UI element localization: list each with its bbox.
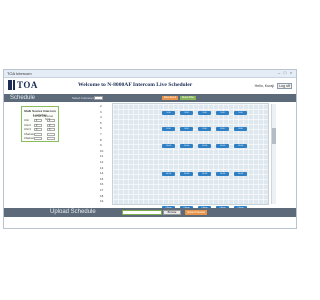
- schedule-slot[interactable]: 14:00: [216, 172, 229, 177]
- logo-mark-2: [13, 80, 15, 90]
- logo-mark: [8, 80, 12, 90]
- schedule-slot[interactable]: 10:00: [180, 144, 193, 149]
- launcher-panel: Multi Source Intercom Launcher Interval …: [21, 106, 59, 142]
- window-title: TOA Intercom: [7, 71, 32, 76]
- schedule-slot[interactable]: 14:00: [162, 172, 175, 177]
- upload-bar: Upload Schedule Browse Upload Schedule: [4, 208, 296, 217]
- hour-label: 13: [100, 165, 104, 170]
- hour-label: 8: [100, 137, 102, 142]
- schedule-grid[interactable]: 5:00 5:00 5:00 5:00 5:00 8:00 8:00 8:00 8:00 8:00…: [112, 103, 269, 210]
- schedule-content: Multi Source Intercom Launcher Interval …: [4, 102, 296, 210]
- schedule-title: Schedule: [10, 95, 36, 101]
- schedule-slot[interactable]: 8:00: [234, 127, 247, 132]
- schedule-slot[interactable]: 14:00: [180, 172, 193, 177]
- interval-nmb-field[interactable]: 3: [47, 128, 55, 131]
- interval-nmb-field[interactable]: 2: [47, 123, 55, 127]
- scrollbar[interactable]: [271, 104, 276, 204]
- schedule-bar: Schedule Select Instrument Save Event Re…: [4, 94, 296, 102]
- panel-col-1: Interval Unit: [33, 115, 46, 118]
- schedule-slot[interactable]: 5:00: [234, 110, 247, 115]
- schedule-slot[interactable]: 10:00: [162, 144, 175, 149]
- hour-label: 18: [100, 193, 104, 198]
- toa-logo: TOA: [8, 80, 38, 90]
- schedule-slot[interactable]: 8:00: [180, 127, 193, 132]
- hour-label: 2: [100, 104, 102, 108]
- schedule-slot[interactable]: 8:00: [216, 127, 229, 132]
- select-label: Select Instrument: [72, 96, 96, 100]
- hour-label: 9: [100, 143, 102, 148]
- hour-label: 6: [100, 126, 102, 131]
- schedule-slot[interactable]: 5:00: [198, 110, 211, 115]
- hour-label: 3: [100, 109, 102, 114]
- window-titlebar: TOA Intercom – □ ×: [4, 70, 296, 78]
- schedule-slot[interactable]: 10:00: [234, 144, 247, 149]
- schedule-slot[interactable]: 10:00: [198, 144, 211, 149]
- hour-label: 15: [100, 176, 104, 181]
- schedule-slot[interactable]: 14:00: [198, 172, 211, 177]
- panel-row-label: Unit 3: [24, 128, 31, 131]
- interval-unit-field[interactable]: 2: [34, 123, 42, 127]
- save-event-button[interactable]: Save Event: [162, 96, 178, 100]
- schedule-slot[interactable]: 5:00: [180, 110, 193, 115]
- interval-unit-field[interactable]: 1: [34, 119, 42, 122]
- logout-button[interactable]: Log off: [277, 83, 292, 89]
- hour-label: 14: [100, 171, 104, 176]
- app-header: TOA Welcome to N-8000AF Intercom Live Sc…: [4, 78, 296, 94]
- reset-filter-button[interactable]: Reset Filter: [180, 96, 196, 100]
- footer: [4, 217, 296, 228]
- close-icon[interactable]: ×: [288, 71, 294, 75]
- hour-label: 4: [100, 115, 102, 120]
- interval-nmb-field[interactable]: [47, 132, 55, 136]
- hour-label: 17: [100, 188, 104, 192]
- logo-text: TOA: [17, 80, 38, 90]
- upload-title: Upload Schedule: [50, 209, 96, 215]
- hour-label: 12: [100, 160, 104, 164]
- hour-label: 11: [100, 154, 104, 159]
- hour-label: 7: [100, 132, 102, 136]
- schedule-slot[interactable]: 5:00: [216, 110, 229, 115]
- interval-nmb-field[interactable]: 1: [47, 119, 55, 122]
- file-input[interactable]: [122, 210, 162, 215]
- schedule-slot[interactable]: 5:00: [162, 110, 175, 115]
- page-title: Welcome to N-8000AF Intercom Live Schedu…: [78, 82, 193, 88]
- interval-unit-field[interactable]: [34, 132, 42, 136]
- interval-unit-field[interactable]: 3: [34, 128, 42, 131]
- app-window: TOA Intercom – □ × TOA Welcome to N-8000…: [3, 69, 297, 229]
- hour-label: 16: [100, 182, 104, 187]
- scrollbar-thumb[interactable]: [272, 128, 276, 144]
- schedule-slot[interactable]: 14:00: [234, 172, 247, 177]
- browse-button[interactable]: Browse: [163, 210, 181, 215]
- schedule-slot[interactable]: 8:00: [198, 127, 211, 132]
- hour-label: 5: [100, 120, 102, 125]
- user-greeting: Hello, Kuraji: [254, 84, 274, 88]
- hour-label: 10: [100, 148, 104, 153]
- panel-row-label: Unit 2: [24, 123, 31, 127]
- hour-label: 19: [100, 199, 104, 204]
- interval-unit-field[interactable]: [34, 137, 42, 140]
- schedule-slot[interactable]: 10:00: [216, 144, 229, 149]
- interval-nmb-field[interactable]: [47, 137, 55, 140]
- schedule-slot[interactable]: 8:00: [162, 127, 175, 132]
- instrument-select[interactable]: [94, 96, 103, 100]
- upload-button[interactable]: Upload Schedule: [185, 210, 207, 215]
- panel-row-label: Unit: [24, 119, 29, 122]
